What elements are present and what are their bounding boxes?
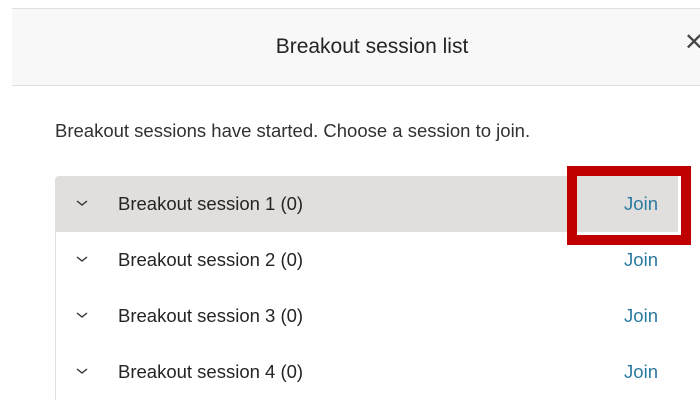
join-button[interactable]: Join	[624, 193, 658, 215]
session-row-2[interactable]: Breakout session 2 (0) Join	[55, 232, 678, 288]
chevron-down-icon[interactable]	[74, 195, 90, 211]
chevron-down-icon[interactable]	[74, 251, 90, 267]
dialog-header: Breakout session list ✕	[12, 9, 700, 86]
session-row-4[interactable]: Breakout session 4 (0) Join	[55, 344, 678, 400]
session-row-1[interactable]: Breakout session 1 (0) Join	[55, 176, 678, 232]
session-name: Breakout session 1 (0)	[118, 193, 304, 214]
chevron-down-icon[interactable]	[74, 363, 90, 379]
dialog-title: Breakout session list	[275, 35, 469, 58]
session-row-3[interactable]: Breakout session 3 (0) Join	[55, 288, 678, 344]
join-button[interactable]: Join	[624, 305, 658, 327]
session-list: Breakout session 1 (0) Join Breakout ses…	[55, 176, 678, 400]
session-name: Breakout session 4 (0)	[118, 361, 304, 382]
join-button[interactable]: Join	[624, 361, 658, 383]
instructions-text: Breakout sessions have started. Choose a…	[55, 120, 531, 141]
close-icon[interactable]: ✕	[684, 31, 700, 55]
session-name: Breakout session 2 (0)	[118, 249, 304, 270]
join-button[interactable]: Join	[624, 249, 658, 271]
chevron-down-icon[interactable]	[74, 307, 90, 323]
session-name: Breakout session 3 (0)	[118, 305, 304, 326]
